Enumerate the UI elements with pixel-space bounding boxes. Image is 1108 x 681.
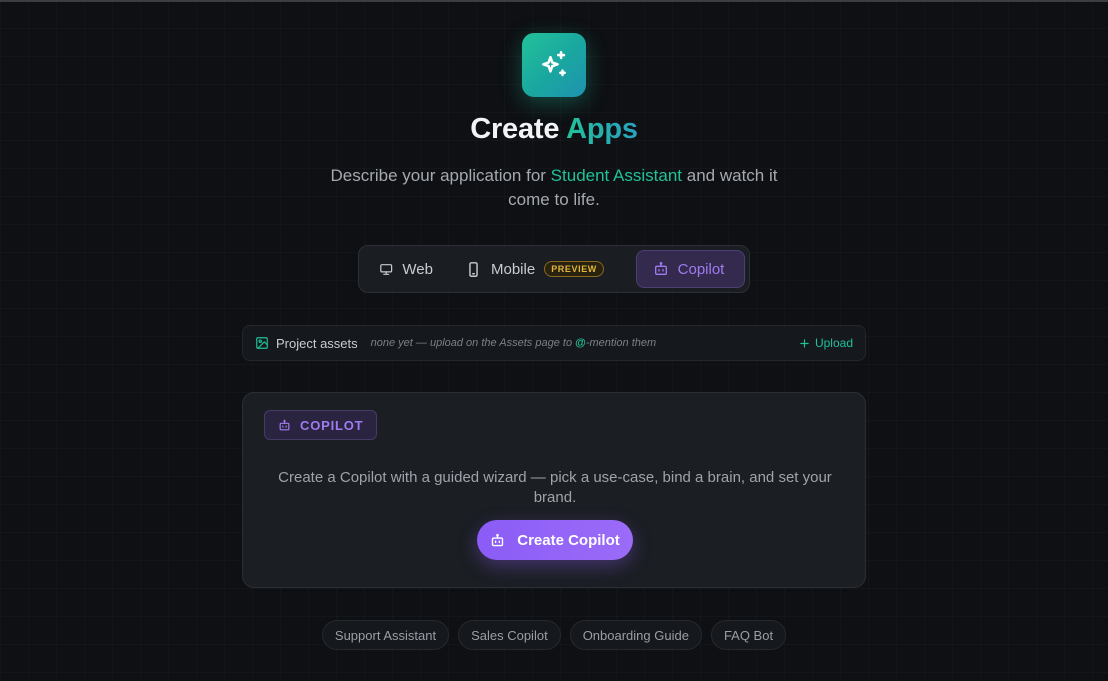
subtitle-text: Describe your application for — [330, 166, 551, 185]
page-title: Create Apps — [0, 113, 1108, 146]
copilot-card: COPILOT Create a Copilot with a guided w… — [242, 392, 866, 588]
tab-copilot-label: Copilot — [677, 260, 725, 278]
robot-icon — [279, 419, 290, 430]
suggestion-chip[interactable]: Sales Copilot — [458, 620, 561, 650]
robot-icon — [492, 533, 504, 546]
suggestion-chip[interactable]: Support Assistant — [321, 620, 450, 650]
plus-icon — [800, 338, 809, 348]
tab-web-label: Web — [402, 260, 433, 278]
tab-mobile-label: Mobile — [491, 260, 536, 278]
copilot-tag-label: COPILOT — [300, 417, 364, 433]
suggestion-chips: Support Assistant Sales Copilot Onboardi… — [0, 620, 1108, 650]
copilot-tag: COPILOT — [264, 410, 378, 440]
robot-icon — [654, 262, 667, 275]
project-assets-label: Project assets — [276, 335, 358, 351]
tab-copilot[interactable]: Copilot — [635, 250, 745, 288]
monitor-icon — [380, 263, 393, 275]
sparkles-icon — [542, 50, 566, 77]
app-logo — [522, 33, 586, 97]
platform-mode-switch: Web Mobile PREVIEW Copilot — [358, 245, 750, 293]
upload-button[interactable]: Upload — [799, 336, 853, 350]
assets-hint-text: none yet — upload on the Assets page to — [370, 337, 576, 349]
project-name-highlight: Student Assistant — [550, 166, 683, 185]
page-subtitle: Describe your application for Student As… — [330, 164, 778, 212]
title-part-create: Create — [470, 113, 560, 145]
create-copilot-label: Create Copilot — [517, 531, 620, 549]
project-assets-bar: Project assets none yet — upload on the … — [242, 325, 866, 361]
tab-web[interactable]: Web — [363, 250, 449, 288]
suggestion-chip[interactable]: Onboarding Guide — [569, 620, 702, 650]
tab-mobile[interactable]: Mobile PREVIEW — [449, 250, 634, 288]
top-border — [0, 0, 1108, 2]
mention-at-symbol: @ — [575, 337, 586, 349]
title-part-apps: Apps — [566, 113, 638, 145]
create-copilot-button[interactable]: Create Copilot — [477, 520, 633, 560]
phone-icon — [469, 261, 478, 277]
upload-label: Upload — [814, 336, 853, 350]
preview-badge: PREVIEW — [544, 261, 604, 277]
image-icon — [256, 337, 268, 349]
assets-hint-text-end: -mention them — [585, 337, 657, 349]
copilot-description: Create a Copilot with a guided wizard — … — [278, 469, 832, 506]
suggestion-chip[interactable]: FAQ Bot — [710, 620, 787, 650]
project-assets-hint: none yet — upload on the Assets page to … — [371, 337, 657, 349]
